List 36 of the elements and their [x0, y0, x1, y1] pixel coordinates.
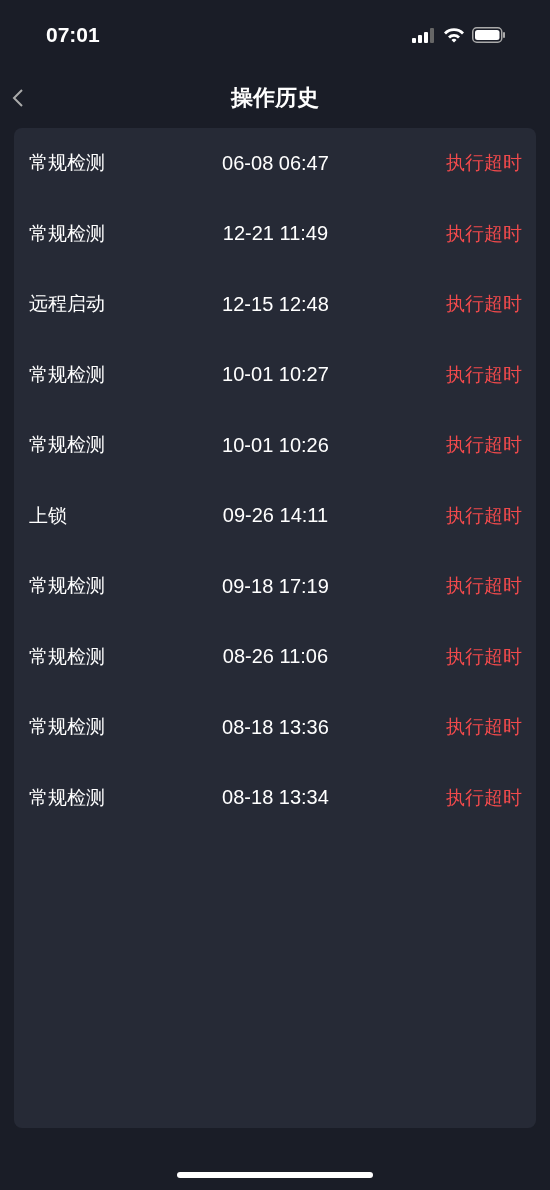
- operation-time: 08-26 11:06: [222, 645, 329, 669]
- operation-result: 执行超时: [446, 361, 522, 387]
- operation-time: 08-18 13:36: [222, 715, 329, 739]
- operation-time: 08-18 13:34: [222, 786, 329, 810]
- operation-name: 常规检测: [29, 220, 105, 246]
- operation-name: 常规检测: [29, 361, 105, 387]
- operation-name: 上锁: [29, 502, 67, 528]
- operation-result: 执行超时: [446, 150, 522, 176]
- status-time: 07:01: [46, 23, 100, 47]
- operation-time: 09-18 17:19: [222, 574, 329, 598]
- operation-time: 10-01 10:26: [222, 433, 329, 457]
- operation-time: 12-15 12:48: [222, 292, 329, 316]
- operation-time: 06-08 06:47: [222, 151, 329, 175]
- operation-result: 执行超时: [446, 502, 522, 528]
- back-icon[interactable]: [12, 88, 24, 108]
- operation-name: 常规检测: [29, 643, 105, 669]
- operation-result: 执行超时: [446, 291, 522, 317]
- wifi-icon: [443, 27, 465, 43]
- operation-result: 执行超时: [446, 220, 522, 246]
- operation-name: 常规检测: [29, 432, 105, 458]
- operation-time: 10-01 10:27: [222, 363, 329, 387]
- page-title: 操作历史: [231, 84, 319, 112]
- signal-icon: [412, 27, 436, 43]
- operation-time: 12-21 11:49: [222, 222, 329, 246]
- operation-name: 常规检测: [29, 784, 105, 810]
- operation-name: 常规检测: [29, 714, 105, 740]
- operation-name: 常规检测: [29, 573, 105, 599]
- battery-icon: [472, 27, 506, 43]
- operation-result: 执行超时: [446, 784, 522, 810]
- operation-name: 远程启动: [29, 291, 105, 317]
- operation-result: 执行超时: [446, 573, 522, 599]
- operation-result: 执行超时: [446, 714, 522, 740]
- operation-result: 执行超时: [446, 643, 522, 669]
- operation-time: 09-26 14:11: [222, 504, 329, 528]
- operation-result: 执行超时: [446, 432, 522, 458]
- operation-name: 常规检测: [29, 150, 105, 176]
